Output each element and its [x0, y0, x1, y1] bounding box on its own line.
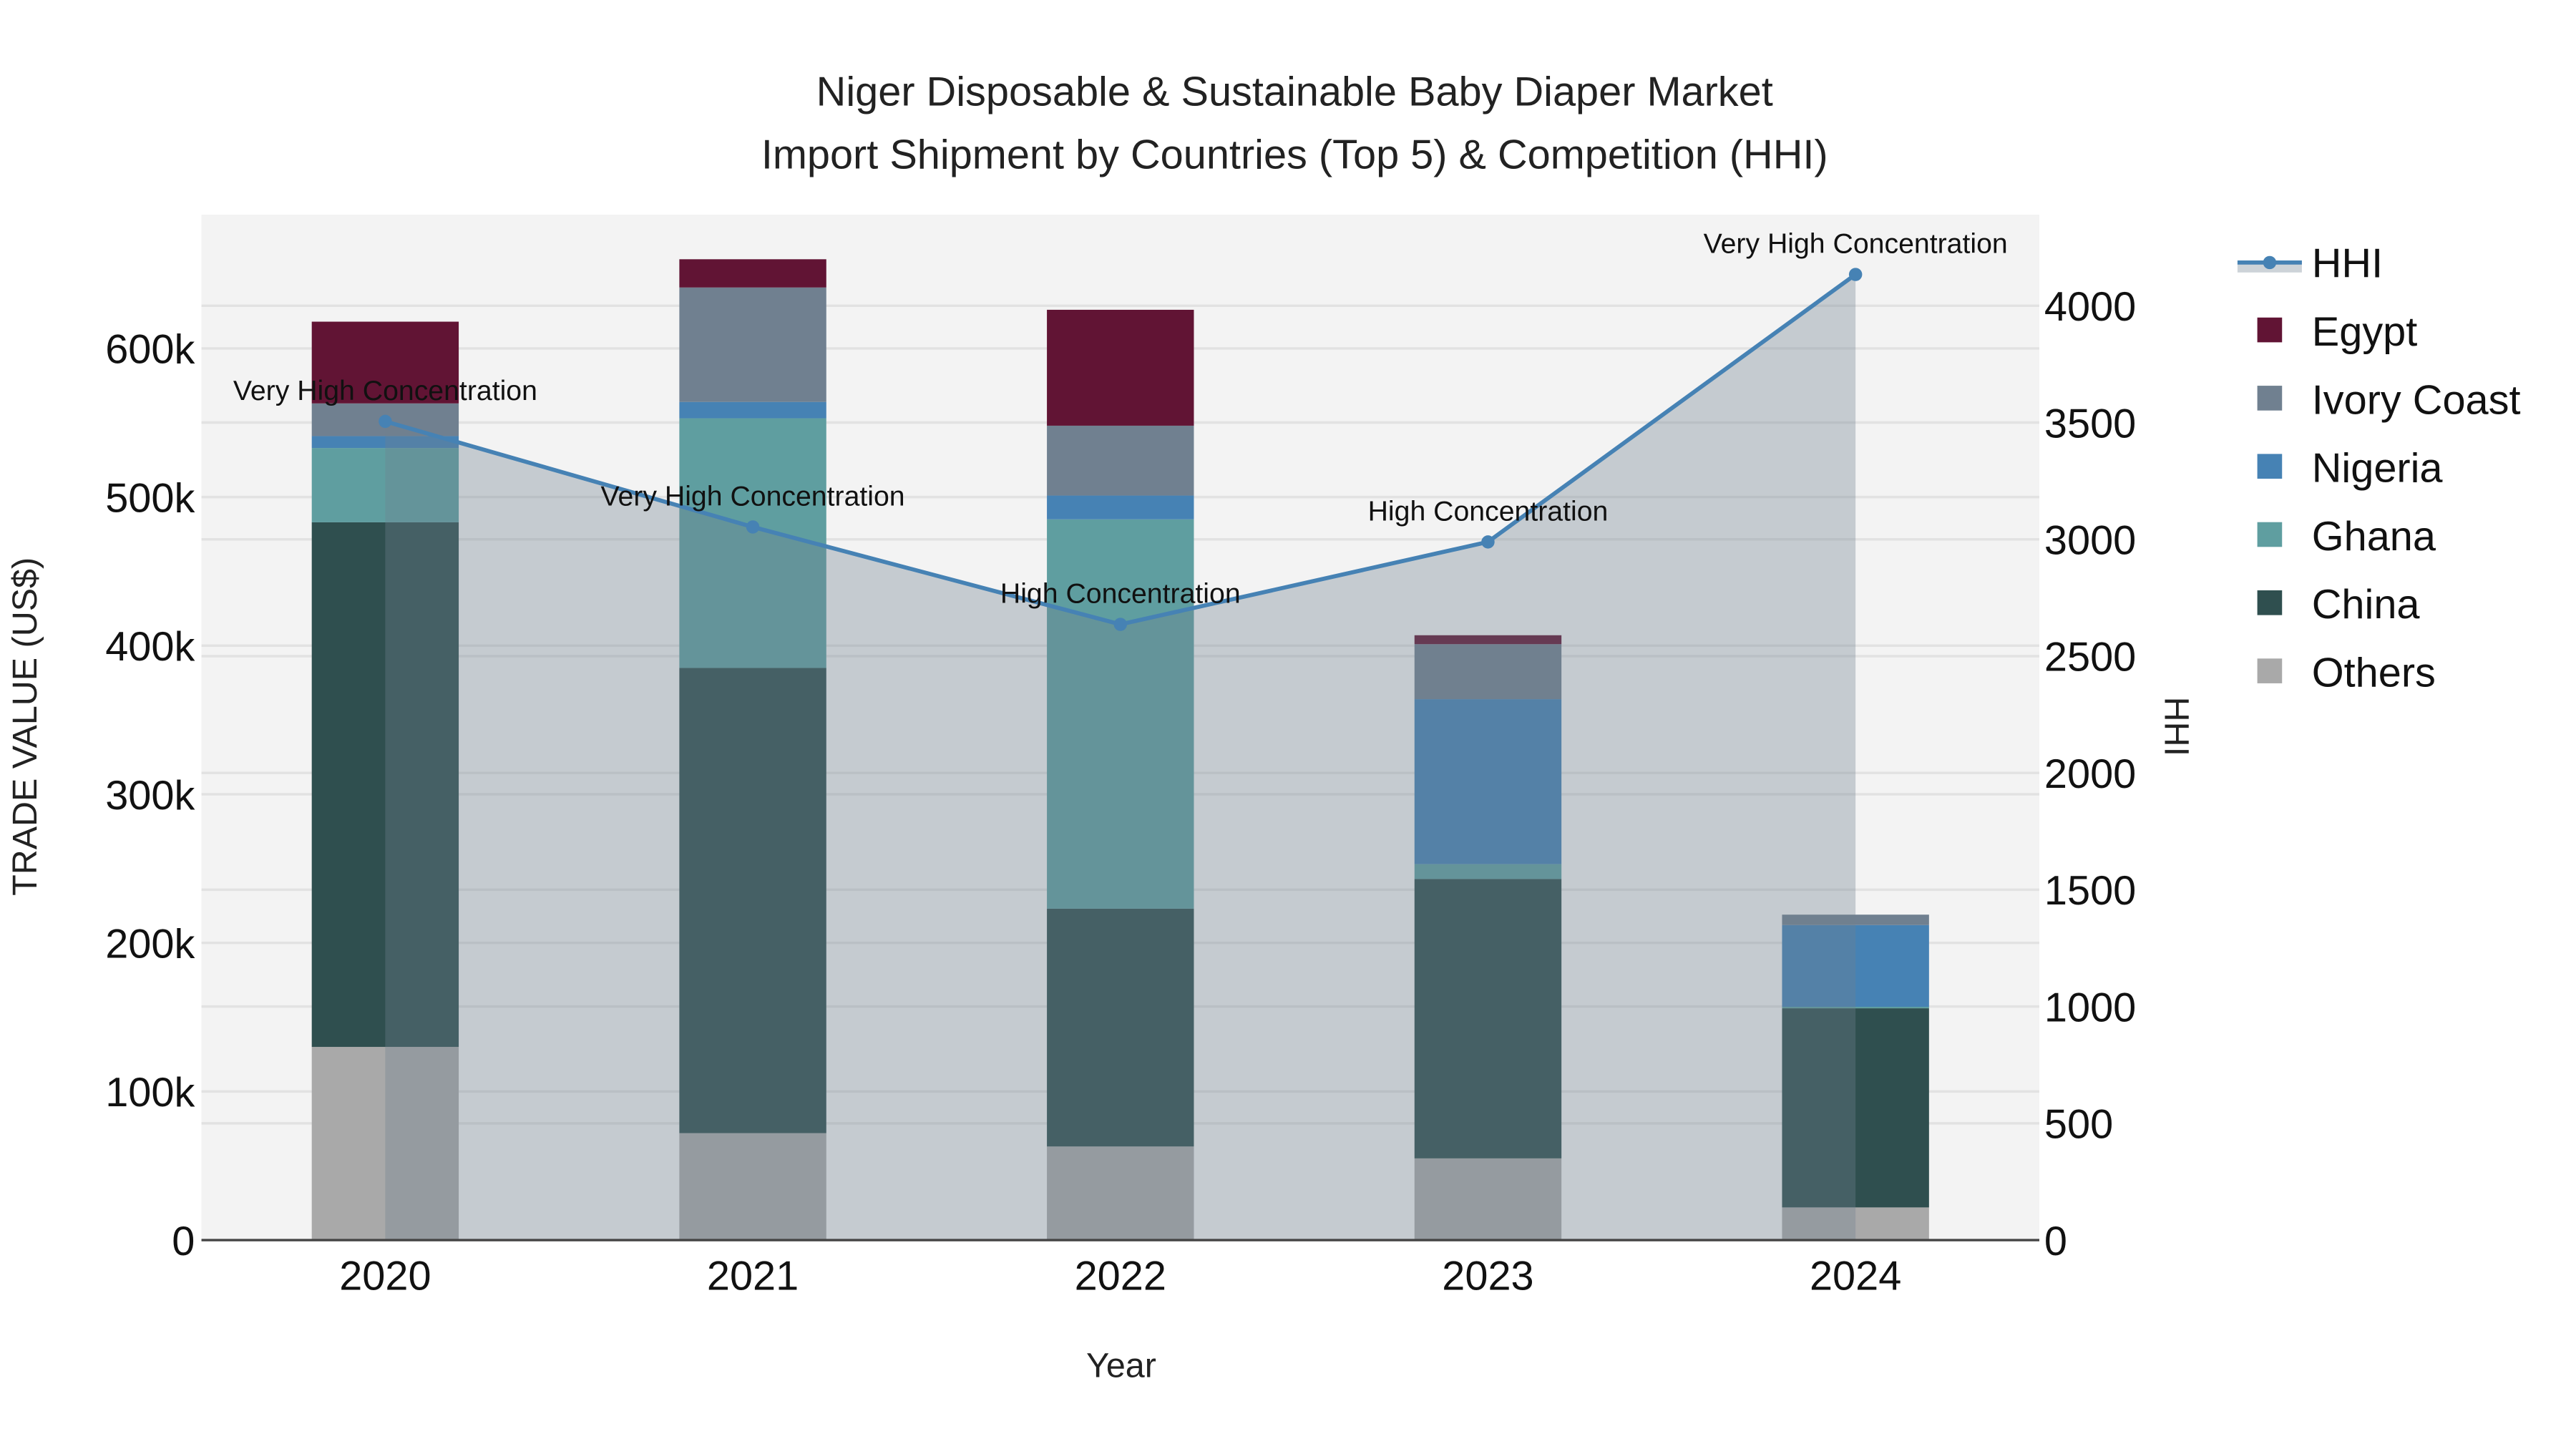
bar-ivory-coast-2022 — [1047, 425, 1194, 496]
legend-swatch-ghana — [2257, 522, 2283, 547]
x-tick-label: 2021 — [707, 1253, 799, 1299]
y2-tick-label: 1000 — [2044, 985, 2136, 1030]
legend-swatch-egypt — [2257, 317, 2283, 343]
y2-tick-label: 2000 — [2044, 751, 2136, 797]
bar-egypt-2021 — [679, 259, 826, 288]
y-tick-label: 0 — [172, 1219, 195, 1264]
legend-label-egypt: Egypt — [2312, 309, 2418, 355]
y2-axis-label: HHI — [2157, 697, 2195, 756]
y2-tick-label: 500 — [2044, 1102, 2113, 1148]
x-tick-label: 2022 — [1075, 1253, 1166, 1299]
hhi-marker-2024 — [1848, 268, 1863, 281]
y-tick-label: 200k — [105, 921, 195, 967]
hhi-annotation-2021: Very High Concentration — [601, 480, 905, 512]
x-tick-label: 2024 — [1810, 1253, 1901, 1299]
legend-swatch-nigeria — [2257, 454, 2283, 479]
legend-swatch-others — [2257, 658, 2283, 683]
legend-label-ghana: Ghana — [2312, 514, 2436, 560]
y2-tick-label: 1500 — [2044, 868, 2136, 914]
y-axis-label: TRADE VALUE (US$) — [6, 557, 44, 896]
bar-nigeria-2022 — [1047, 495, 1194, 519]
legend-label-others: Others — [2312, 650, 2436, 696]
bar-egypt-2022 — [1047, 309, 1194, 426]
hhi-marker-2023 — [1481, 535, 1495, 549]
hhi-annotation-2020: Very High Concentration — [233, 375, 537, 406]
y2-tick-label: 4000 — [2044, 284, 2136, 330]
y2-tick-label: 3500 — [2044, 401, 2136, 447]
chart-title-line1: Niger Disposable & Sustainable Baby Diap… — [816, 69, 1773, 115]
legend-swatch-ivory-coast — [2257, 386, 2283, 411]
y-tick-label: 600k — [105, 327, 195, 373]
y-tick-label: 500k — [105, 475, 195, 521]
legend-label-hhi: HHI — [2312, 241, 2383, 287]
hhi-annotation-2022: High Concentration — [1000, 578, 1241, 610]
legend-label-china: China — [2312, 582, 2421, 628]
legend-swatch-china — [2257, 590, 2283, 615]
legend-label-nigeria: Nigeria — [2312, 446, 2444, 492]
y2-tick-label: 0 — [2044, 1219, 2067, 1264]
y-tick-label: 400k — [105, 624, 195, 670]
y2-tick-label: 2500 — [2044, 635, 2136, 680]
hhi-marker-2022 — [1113, 618, 1127, 631]
chart-title-line2: Import Shipment by Countries (Top 5) & C… — [761, 132, 1828, 177]
y2-tick-label: 3000 — [2044, 518, 2136, 564]
hhi-marker-2021 — [746, 520, 760, 534]
bar-ivory-coast-2021 — [679, 287, 826, 402]
y-tick-label: 100k — [105, 1070, 195, 1116]
x-tick-label: 2023 — [1442, 1253, 1533, 1299]
hhi-marker-2020 — [379, 414, 392, 429]
hhi-annotation-2024: Very High Concentration — [1704, 228, 2008, 260]
chart: Very High Concentration Very High Concent… — [0, 0, 2576, 1449]
legend-hhi-marker — [2263, 255, 2277, 270]
legend-label-ivory-coast: Ivory Coast — [2312, 377, 2521, 423]
x-axis-label: Year — [1086, 1347, 1156, 1385]
y-tick-label: 300k — [105, 773, 195, 819]
x-tick-label: 2020 — [339, 1253, 431, 1299]
bar-nigeria-2021 — [679, 401, 826, 419]
hhi-annotation-2023: High Concentration — [1368, 495, 1609, 527]
